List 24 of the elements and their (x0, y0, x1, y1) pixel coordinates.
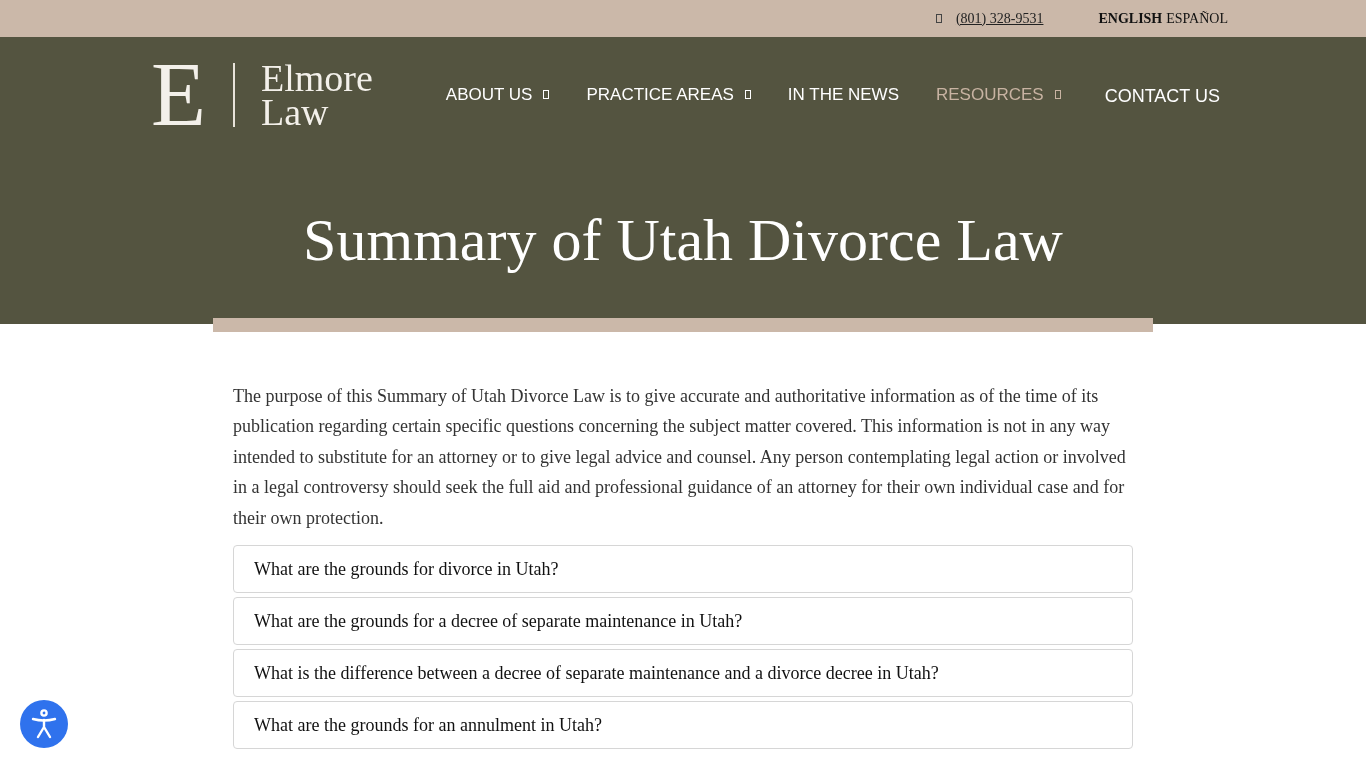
dropdown-glyph-icon (744, 90, 751, 99)
language-link[interactable]: ESPAÑOL (1166, 10, 1228, 27)
dropdown-glyph-icon (543, 90, 550, 99)
dropdown-glyph-icon (1054, 90, 1061, 99)
faq-question[interactable]: What are the grounds for a decree of separate maintenance in Utah? (233, 597, 1133, 646)
nav-link[interactable]: PRACTICE AREAS (586, 84, 751, 105)
accessibility-button[interactable] (20, 700, 68, 748)
language-link[interactable]: ENGLISH (1098, 10, 1163, 27)
faq-question[interactable]: What is the difference between a decree of separate maintenance and a divorce decree in Utah? (233, 649, 1133, 698)
faq-question[interactable]: What are the grounds for divorce in Utah? (233, 545, 1133, 594)
nav-link[interactable]: ABOUT US (445, 84, 550, 105)
nav-link[interactable]: CONTACT US (1104, 86, 1220, 107)
nav-link[interactable]: IN THE NEWS (787, 84, 899, 105)
logo-wordmark[interactable]: Elmore (261, 60, 373, 95)
nav-link[interactable]: RESOURCES (935, 84, 1061, 105)
page-title: Summary of Utah Divorce Law (303, 206, 1063, 275)
logo-divider (233, 62, 235, 127)
phone-glyph-icon (935, 14, 942, 23)
logo-wordmark[interactable]: Law (261, 94, 373, 129)
intro-paragraph: The purpose of this Summary of Utah Divorce Law is to give accurate and authoritative information as of the time of its publication regarding certain specific questions concerning the subject matter covered. This information is not in any way intended to substitute for an attorney or to give legal advice and counsel. Any person contemplating legal action or involved in a legal controversy should seek the full aid and professional guidance of an attorney for their own individual case and for their own protection. (233, 385, 1127, 530)
logo-monogram[interactable]: E (151, 62, 206, 127)
phone-link[interactable]: (801) 328-9531 (955, 10, 1044, 27)
accessibility-person-icon (31, 709, 57, 739)
faq-question[interactable]: What are the grounds for an annulment in Utah? (233, 701, 1133, 750)
